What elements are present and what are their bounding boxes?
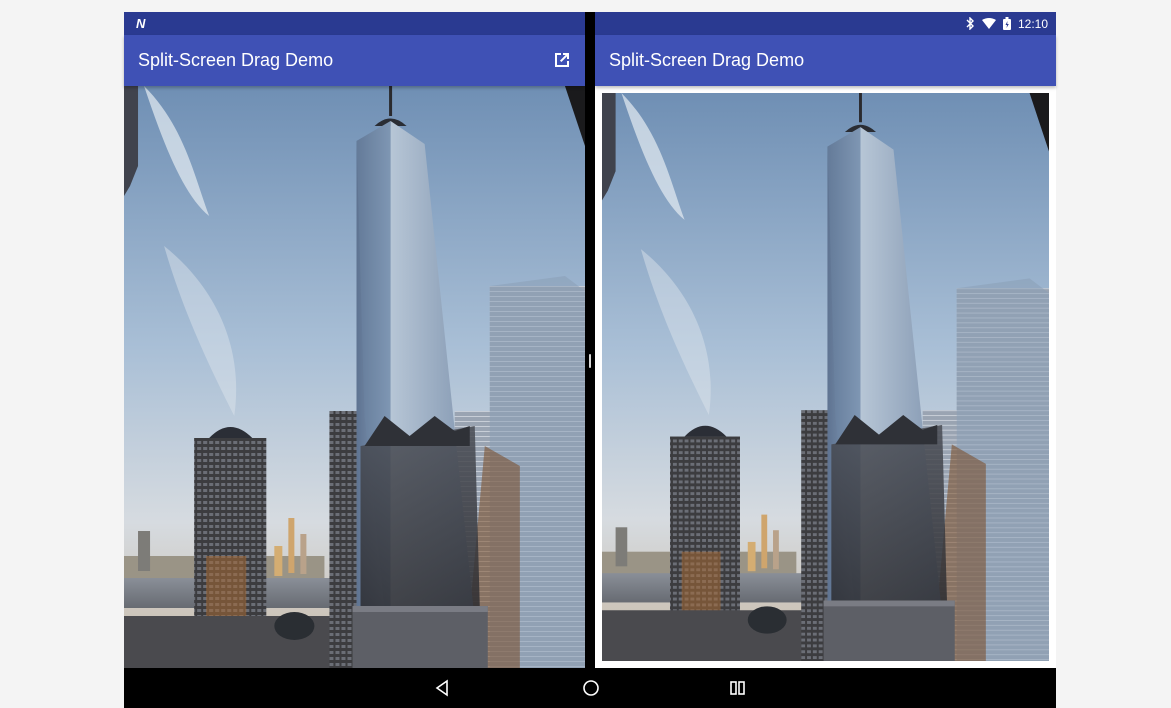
app-bar-right: Split-Screen Drag Demo bbox=[595, 35, 1056, 86]
status-time: 12:10 bbox=[1017, 16, 1048, 31]
dragged-photo-left[interactable] bbox=[124, 86, 585, 668]
split-screen-divider[interactable] bbox=[585, 12, 595, 668]
status-bar-left: N bbox=[124, 12, 585, 35]
battery-icon bbox=[1002, 17, 1011, 30]
divider-handle[interactable] bbox=[589, 354, 591, 368]
skyline-photo-left bbox=[124, 86, 585, 668]
app-title-left: Split-Screen Drag Demo bbox=[138, 50, 334, 70]
bluetooth-icon bbox=[965, 17, 975, 30]
app-bar-left: Split-Screen Drag Demo bbox=[124, 35, 585, 86]
skyline-photo-right bbox=[602, 93, 1049, 661]
device-screen: N Split-Screen Drag Demo 12:10 Split-Scr… bbox=[124, 12, 1056, 708]
dropped-photo-frame bbox=[602, 93, 1049, 661]
wifi-icon bbox=[981, 18, 996, 29]
recents-icon[interactable] bbox=[726, 676, 750, 700]
home-icon[interactable] bbox=[579, 676, 603, 700]
app-title-right: Split-Screen Drag Demo bbox=[609, 50, 805, 70]
n-notification-icon: N bbox=[136, 16, 146, 31]
back-icon[interactable] bbox=[430, 676, 454, 700]
drop-target-area[interactable] bbox=[595, 86, 1056, 668]
open-in-new-icon[interactable] bbox=[551, 49, 573, 71]
status-bar-right: 12:10 bbox=[595, 12, 1056, 35]
navigation-bar bbox=[124, 668, 1056, 708]
